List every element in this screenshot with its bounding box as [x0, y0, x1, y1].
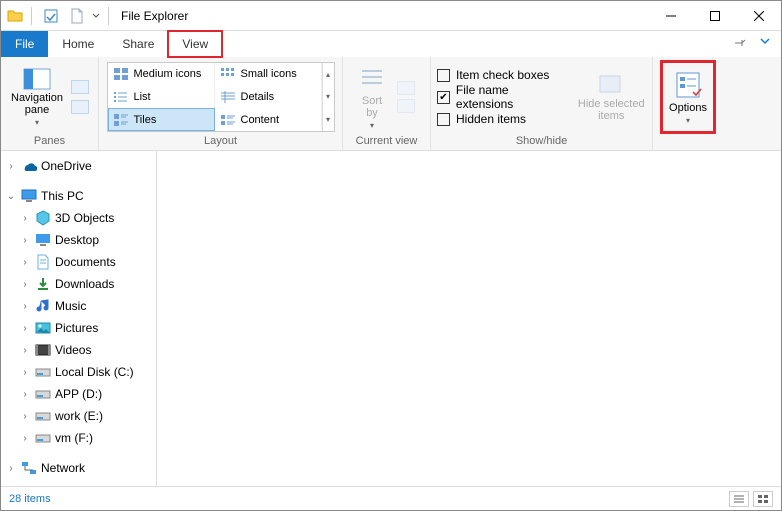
navigation-tree[interactable]: ›OneDrive ⌄This PC ›3D Objects ›Desktop …: [1, 151, 157, 486]
status-item-count: 28 items: [9, 493, 51, 505]
qat-properties-button[interactable]: [40, 5, 62, 27]
maximize-button[interactable]: [693, 2, 737, 30]
layout-scroll-down[interactable]: ▾: [323, 86, 334, 109]
layout-list[interactable]: List: [108, 86, 215, 109]
tree-network[interactable]: ›Network: [1, 457, 156, 479]
tree-documents[interactable]: ›Documents: [1, 251, 156, 273]
content-pane[interactable]: [157, 151, 781, 486]
tree-downloads[interactable]: ›Downloads: [1, 273, 156, 295]
tree-desktop[interactable]: ›Desktop: [1, 229, 156, 251]
group-label-show-hide: Show/hide: [431, 133, 652, 150]
group-label-panes: Panes: [1, 133, 98, 150]
tree-this-pc[interactable]: ⌄This PC: [1, 185, 156, 207]
layout-tiles[interactable]: Tiles: [108, 108, 215, 131]
navigation-pane-button[interactable]: Navigation pane ▾: [7, 68, 67, 127]
folder-icon: [7, 8, 23, 24]
layout-scroll-up[interactable]: ▴: [323, 63, 334, 86]
tab-view[interactable]: View: [168, 31, 222, 57]
qat-new-button[interactable]: [66, 5, 88, 27]
qat-dropdown[interactable]: [92, 12, 100, 20]
tree-music[interactable]: ›Music: [1, 295, 156, 317]
ribbon-view: Navigation pane ▾ Panes Medium icons Sma…: [1, 57, 781, 151]
chevron-down-icon: ▾: [686, 116, 690, 125]
status-bar: 28 items: [1, 486, 781, 510]
layout-small-icons[interactable]: Small icons: [215, 63, 322, 86]
check-item-check-boxes[interactable]: Item check boxes: [437, 65, 568, 85]
ribbon-tabs: File Home Share View: [1, 31, 781, 57]
details-pane-button[interactable]: [71, 100, 89, 114]
tree-pictures[interactable]: ›Pictures: [1, 317, 156, 339]
tree-local-disk-c[interactable]: ›Local Disk (C:): [1, 361, 156, 383]
layout-scroll-more[interactable]: ▾: [323, 108, 334, 131]
help-dropdown[interactable]: [759, 35, 771, 47]
tree-vm-f[interactable]: ›vm (F:): [1, 427, 156, 449]
layout-content[interactable]: Content: [215, 108, 322, 131]
minimize-button[interactable]: [649, 2, 693, 30]
tree-onedrive[interactable]: ›OneDrive: [1, 155, 156, 177]
hide-selected-items-button[interactable]: Hide selected items: [576, 72, 646, 122]
chevron-down-icon: ▾: [35, 118, 39, 127]
tree-app-d[interactable]: ›APP (D:): [1, 383, 156, 405]
size-columns-button[interactable]: [397, 99, 415, 113]
window-title: File Explorer: [121, 9, 188, 23]
tab-home[interactable]: Home: [48, 31, 108, 57]
group-label-current-view: Current view: [343, 133, 430, 150]
layout-details[interactable]: Details: [215, 86, 322, 109]
add-columns-button[interactable]: [397, 81, 415, 95]
workspace: ›OneDrive ⌄This PC ›3D Objects ›Desktop …: [1, 151, 781, 486]
navigation-pane-label: Navigation pane: [11, 92, 63, 116]
tree-3d-objects[interactable]: ›3D Objects: [1, 207, 156, 229]
tab-file[interactable]: File: [1, 31, 48, 57]
sort-by-button[interactable]: Sort by ▾: [349, 65, 395, 129]
close-button[interactable]: [737, 2, 781, 30]
tree-videos[interactable]: ›Videos: [1, 339, 156, 361]
group-label-layout: Layout: [99, 133, 342, 150]
options-button[interactable]: Options ▾: [663, 63, 713, 131]
layout-gallery: Medium icons Small icons ▴ ▾ ▾ List Deta…: [107, 62, 335, 132]
pin-ribbon-icon[interactable]: [733, 36, 747, 50]
file-explorer-window: File Explorer File Home Share View Navig…: [0, 0, 782, 511]
view-details-switch[interactable]: [729, 491, 749, 507]
view-large-switch[interactable]: [753, 491, 773, 507]
layout-medium-icons[interactable]: Medium icons: [108, 63, 215, 86]
preview-pane-button[interactable]: [71, 80, 89, 94]
check-hidden-items[interactable]: Hidden items: [437, 109, 568, 129]
tab-share[interactable]: Share: [108, 31, 168, 57]
tree-work-e[interactable]: ›work (E:): [1, 405, 156, 427]
title-bar: File Explorer: [1, 1, 781, 31]
check-file-name-extensions[interactable]: ✔File name extensions: [437, 87, 568, 107]
